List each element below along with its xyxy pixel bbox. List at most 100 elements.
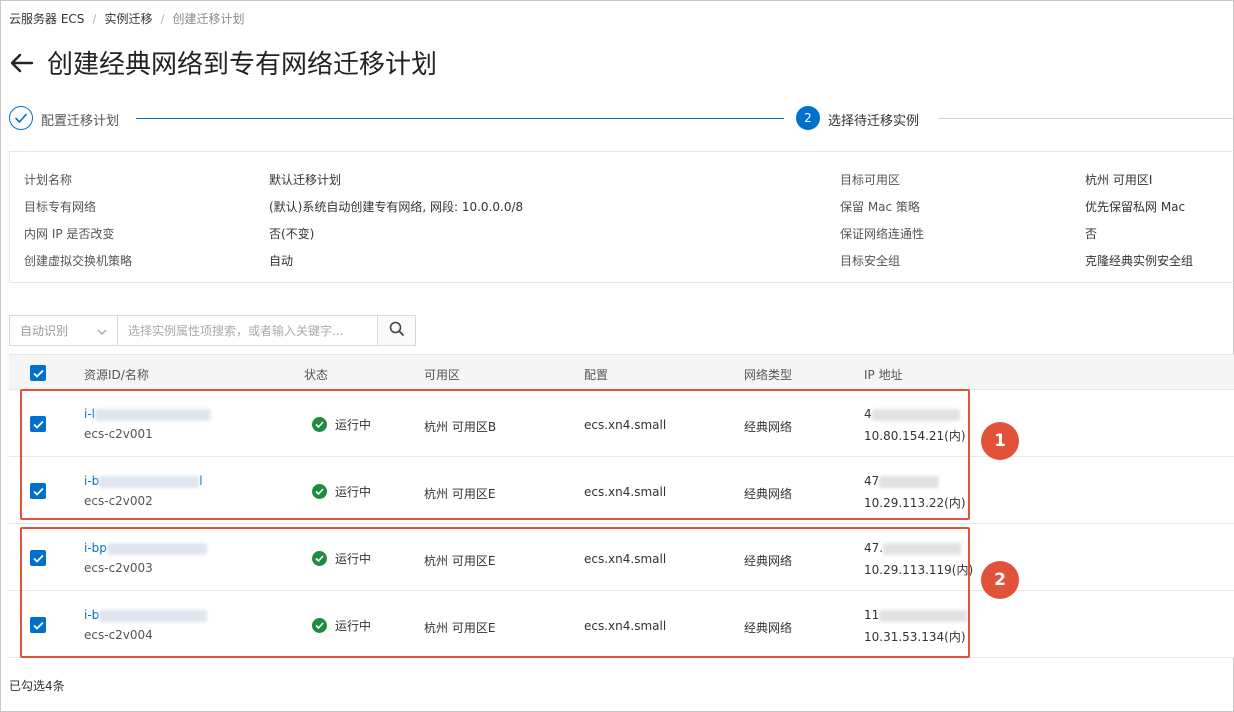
private-ip: 10.29.113.119(内) [864, 563, 974, 577]
instance-id-link[interactable]: i-b l [84, 474, 203, 488]
zone-cell: 杭州 可用区B [424, 420, 497, 434]
spec-cell: ecs.xn4.small [584, 418, 667, 432]
plan-name-value: 默认迁移计划 [269, 173, 342, 187]
col-header-status: 状态 [304, 368, 329, 382]
target-zone-label: 目标可用区 [840, 173, 901, 187]
back-arrow-icon[interactable] [9, 50, 35, 76]
col-header-network: 网络类型 [744, 368, 793, 382]
table-row: i-l ecs-c2v001 运行中 杭州 可用区B ecs.xn4.small… [9, 390, 1234, 457]
instance-name: ecs-c2v002 [84, 494, 153, 508]
mac-policy-value: 优先保留私网 Mac [1085, 200, 1186, 214]
step2-label: 选择待迁移实例 [828, 114, 920, 129]
breadcrumb-instance-migration[interactable]: 实例迁移 [104, 10, 152, 27]
row-checkbox[interactable] [30, 550, 46, 566]
title-row: 创建经典网络到专有网络迁移计划 [9, 44, 437, 81]
spec-cell: ecs.xn4.small [584, 552, 667, 566]
vswitch-policy-value: 自动 [269, 254, 294, 268]
select-all-checkbox[interactable] [30, 365, 46, 381]
breadcrumb-current: 创建迁移计划 [172, 12, 245, 26]
search-attribute-value: 自动识别 [20, 324, 69, 338]
search-bar: 自动识别 [9, 315, 416, 346]
security-group-label: 目标安全组 [840, 254, 901, 268]
col-header-spec: 配置 [584, 368, 609, 382]
breadcrumb: 云服务器 ECS / 实例迁移 / 创建迁移计划 [9, 10, 245, 27]
zone-cell: 杭州 可用区E [424, 487, 496, 501]
instance-id-link[interactable]: i-bp [84, 541, 207, 555]
step-connector-line [136, 118, 784, 119]
page-title: 创建经典网络到专有网络迁移计划 [47, 50, 438, 80]
table-row: i-b l ecs-c2v002 运行中 杭州 可用区E ecs.xn4.smal… [9, 457, 1234, 524]
instance-id-link[interactable]: i-l [84, 407, 211, 421]
public-ip: 4 [864, 407, 960, 421]
security-group-value: 克隆经典实例安全组 [1085, 254, 1194, 268]
ip-change-label: 内网 IP 是否改变 [24, 227, 115, 241]
vswitch-policy-label: 创建虚拟交换机策略 [24, 254, 133, 268]
step1-done-check-icon [9, 106, 33, 130]
network-cell: 经典网络 [744, 487, 793, 501]
search-icon [389, 321, 405, 340]
chevron-down-icon [97, 324, 107, 338]
search-attribute-select[interactable]: 自动识别 [10, 316, 118, 345]
target-vpc-label: 目标专有网络 [24, 200, 97, 214]
status-text: 运行中 [335, 485, 372, 499]
spec-cell: ecs.xn4.small [584, 485, 667, 499]
instance-id-link[interactable]: i-b [84, 608, 208, 622]
status-text: 运行中 [335, 552, 372, 566]
spec-cell: ecs.xn4.small [584, 619, 667, 633]
target-zone-value: 杭州 可用区I [1085, 173, 1153, 187]
col-header-zone: 可用区 [424, 368, 461, 382]
instance-name: ecs-c2v001 [84, 427, 153, 441]
check-circle-icon [312, 551, 327, 566]
col-header-resource: 资源ID/名称 [84, 368, 149, 382]
public-ip: 11 [864, 608, 968, 622]
zone-cell: 杭州 可用区E [424, 554, 496, 568]
network-cell: 经典网络 [744, 420, 793, 434]
instance-table: 资源ID/名称 状态 可用区 配置 网络类型 IP 地址 i-l ecs-c2v… [9, 354, 1234, 658]
target-vpc-value: (默认)系统自动创建专有网络, 网段: 10.0.0.0/8 [269, 200, 524, 214]
status-running: 运行中 [312, 483, 371, 500]
breadcrumb-separator: / [92, 11, 97, 26]
status-running: 运行中 [312, 617, 371, 634]
plan-name-label: 计划名称 [24, 173, 73, 187]
plan-info-panel: 计划名称 默认迁移计划 目标专有网络 (默认)系统自动创建专有网络, 网段: 1… [9, 151, 1234, 283]
private-ip: 10.80.154.21(内) [864, 429, 966, 443]
selected-count: 已勾选4条 [9, 679, 65, 693]
private-ip: 10.29.113.22(内) [864, 496, 966, 510]
check-circle-icon [312, 618, 327, 633]
table-row: i-b ecs-c2v004 运行中 杭州 可用区E ecs.xn4.small… [9, 591, 1234, 658]
search-input[interactable] [118, 316, 377, 345]
annotation-badge-2: 2 [981, 561, 1019, 599]
annotation-badge-1: 1 [981, 422, 1019, 460]
connectivity-label: 保证网络连通性 [840, 227, 925, 241]
public-ip: 47. [864, 541, 962, 555]
public-ip: 47 [864, 474, 940, 488]
row-checkbox[interactable] [30, 416, 46, 432]
row-checkbox[interactable] [30, 617, 46, 633]
step-connector-line-pending [939, 118, 1234, 119]
status-text: 运行中 [335, 619, 372, 633]
step1-label: 配置迁移计划 [41, 114, 120, 129]
network-cell: 经典网络 [744, 554, 793, 568]
search-button[interactable] [377, 316, 415, 345]
private-ip: 10.31.53.134(内) [864, 630, 966, 644]
table-row: i-bp ecs-c2v003 运行中 杭州 可用区E ecs.xn4.smal… [9, 524, 1234, 591]
instance-name: ecs-c2v004 [84, 628, 153, 642]
status-text: 运行中 [335, 418, 372, 432]
check-circle-icon [312, 417, 327, 432]
row-checkbox[interactable] [30, 483, 46, 499]
status-running: 运行中 [312, 416, 371, 433]
instance-name: ecs-c2v003 [84, 561, 153, 575]
zone-cell: 杭州 可用区E [424, 621, 496, 635]
status-running: 运行中 [312, 550, 371, 567]
step2-number: 2 [796, 106, 820, 130]
check-circle-icon [312, 484, 327, 499]
ip-change-value: 否(不变) [269, 227, 315, 241]
breadcrumb-ecs[interactable]: 云服务器 ECS [9, 10, 84, 27]
network-cell: 经典网络 [744, 621, 793, 635]
mac-policy-label: 保留 Mac 策略 [840, 200, 920, 214]
col-header-ip: IP 地址 [864, 368, 903, 382]
breadcrumb-separator: / [160, 11, 165, 26]
step-indicator: 配置迁移计划 2 选择待迁移实例 [9, 106, 1234, 132]
connectivity-value: 否 [1085, 227, 1098, 241]
table-header: 资源ID/名称 状态 可用区 配置 网络类型 IP 地址 [9, 354, 1234, 390]
